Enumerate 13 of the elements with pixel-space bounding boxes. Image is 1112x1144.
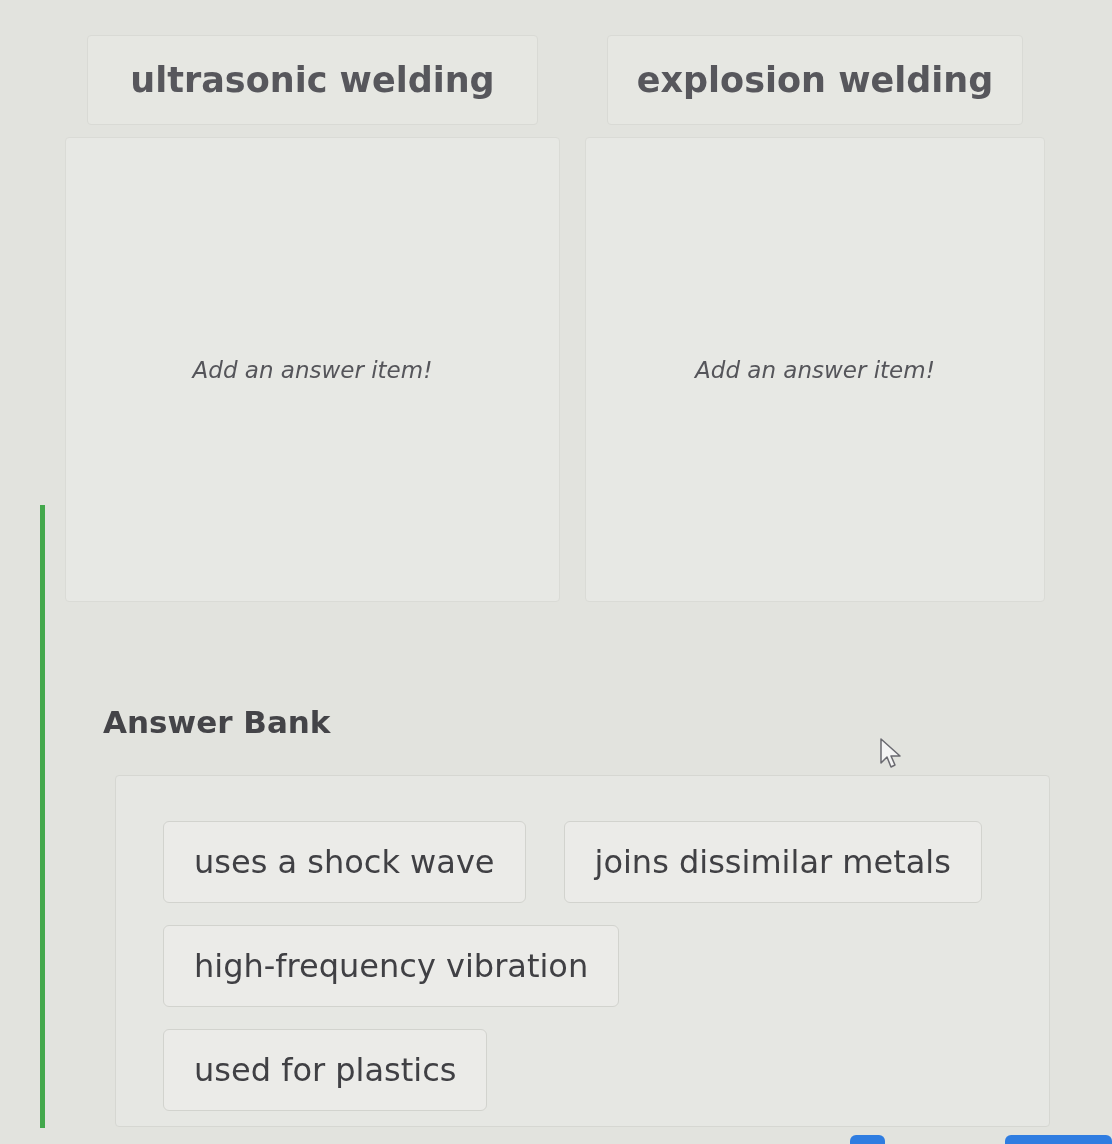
section-heading: Answer Bank	[103, 703, 331, 742]
answer-item[interactable]: high-frequency vibration	[163, 925, 620, 1007]
answer-item[interactable]: joins dissimilar metals	[563, 821, 982, 903]
drop-zone-hint: Add an answer item!	[695, 356, 935, 383]
partial-button[interactable]	[850, 1135, 885, 1144]
drop-zone-hint: Add an answer item!	[192, 356, 433, 383]
answer-item[interactable]: uses a shock wave	[163, 821, 526, 903]
drop-zone[interactable]: Add an answer item!	[585, 137, 1045, 602]
category-header: explosion welding	[607, 35, 1023, 125]
drop-zone[interactable]: Add an answer item!	[65, 137, 560, 602]
pointer-cursor-icon	[880, 738, 902, 768]
category-header: ultrasonic welding	[87, 35, 538, 125]
answer-item[interactable]: used for plastics	[163, 1029, 488, 1111]
